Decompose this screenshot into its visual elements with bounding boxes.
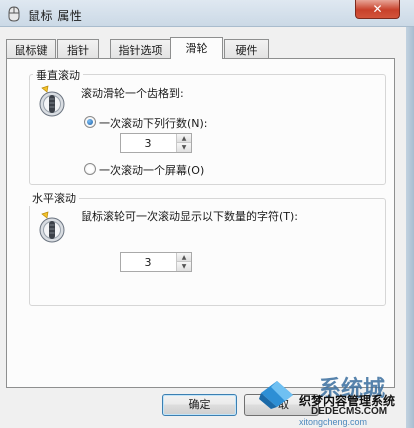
chars-value[interactable]: 3: [121, 256, 175, 269]
title-bar: 鼠标 属性 ✕: [0, 0, 414, 27]
tab-pointers[interactable]: 指针: [57, 39, 99, 58]
lines-value[interactable]: 3: [121, 137, 175, 150]
lines-stepper[interactable]: 3 ▲ ▼: [120, 133, 192, 153]
horizontal-group-label: 水平滚动: [29, 190, 79, 206]
spin-up-icon[interactable]: ▲: [176, 253, 191, 262]
vertical-description: 滚动滑轮一个齿格到:: [81, 87, 184, 100]
vertical-group-label: 垂直滚动: [33, 67, 83, 83]
spin-down-icon[interactable]: ▼: [176, 143, 191, 152]
tab-wheel[interactable]: 滑轮: [170, 37, 223, 59]
lines-stepper-buttons: ▲ ▼: [176, 134, 191, 152]
scroll-wheel-icon: [39, 211, 65, 243]
window-border: [406, 27, 414, 428]
ok-button[interactable]: 确定: [162, 394, 237, 416]
radio-scroll-screen-label[interactable]: 一次滚动一个屏幕(O): [99, 162, 204, 178]
horizontal-description: 鼠标滚轮可一次滚动显示以下数量的字符(T):: [81, 210, 299, 223]
scroll-wheel-icon: [39, 85, 65, 117]
spin-up-icon[interactable]: ▲: [176, 134, 191, 143]
dialog-body: 鼠标键 指针 指针选项 滑轮 硬件 垂直滚动 滚动滑轮一个齿格到: 一次滚动下列…: [0, 27, 406, 428]
radio-scroll-lines-label[interactable]: 一次滚动下列行数(N):: [99, 115, 208, 131]
radio-scroll-screen[interactable]: [84, 163, 96, 175]
close-button[interactable]: ✕: [355, 0, 400, 19]
tab-hardware[interactable]: 硬件: [224, 39, 269, 58]
spin-down-icon[interactable]: ▼: [176, 262, 191, 271]
tab-pointer-options[interactable]: 指针选项: [110, 39, 171, 58]
logo-icon: [259, 381, 293, 409]
tab-buttons[interactable]: 鼠标键: [6, 39, 56, 58]
chars-stepper-buttons: ▲ ▼: [176, 253, 191, 271]
chars-stepper[interactable]: 3 ▲ ▼: [120, 252, 192, 272]
close-icon: ✕: [372, 2, 383, 16]
mouse-icon: [8, 6, 20, 22]
window-title: 鼠标 属性: [28, 9, 83, 23]
wheel-tab-page: 垂直滚动 滚动滑轮一个齿格到: 一次滚动下列行数(N): 3 ▲ ▼ 一次滚动一…: [6, 58, 395, 388]
watermark-site-en: DEDECMS.COM: [311, 406, 388, 417]
watermark-url: xitongcheng.com: [299, 417, 368, 427]
radio-scroll-lines[interactable]: [84, 116, 96, 128]
watermark: 系统城 织梦内容管理系统 DEDECMS.COM xitongcheng.com: [255, 373, 414, 428]
